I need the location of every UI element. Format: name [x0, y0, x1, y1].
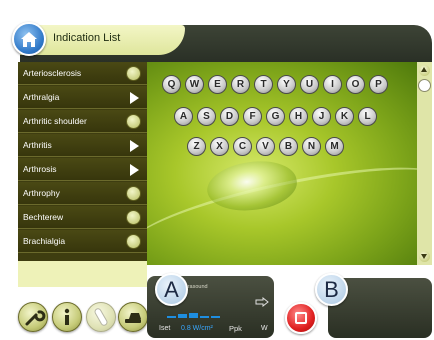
- scroll-thumb[interactable]: [418, 79, 431, 92]
- home-icon: [21, 32, 37, 47]
- key-q[interactable]: Q: [162, 75, 181, 94]
- applicator-icon: [125, 313, 141, 323]
- key-f[interactable]: F: [243, 107, 262, 126]
- list-item-label: Arthritis: [23, 140, 52, 150]
- key-y[interactable]: Y: [277, 75, 296, 94]
- bandage-button[interactable]: [86, 302, 116, 332]
- key-t[interactable]: T: [254, 75, 273, 94]
- list-item[interactable]: Arthritic shoulder: [18, 110, 147, 133]
- key-u[interactable]: U: [300, 75, 319, 94]
- key-x[interactable]: X: [210, 137, 229, 156]
- key-p[interactable]: P: [369, 75, 388, 94]
- iset-label: Iset: [159, 325, 171, 332]
- wrench-icon: [25, 310, 46, 326]
- list-item-label: Arteriosclerosis: [23, 68, 82, 78]
- stop-button[interactable]: [285, 302, 317, 334]
- arrow-right-icon: [130, 164, 139, 176]
- key-s[interactable]: S: [197, 107, 216, 126]
- circle-leaf-icon: [126, 66, 141, 81]
- scrollbar[interactable]: [417, 62, 432, 265]
- watt-unit-label: W: [261, 325, 268, 332]
- circle-leaf-icon: [126, 210, 141, 225]
- key-c[interactable]: C: [233, 137, 252, 156]
- scroll-up-arrow-icon[interactable]: [419, 65, 430, 76]
- background-photo: Q W E R T Y U I O P A S D F G H J K L Z …: [147, 62, 417, 265]
- list-item[interactable]: Arthrosis: [18, 158, 147, 181]
- key-e[interactable]: E: [208, 75, 227, 94]
- stop-icon: [295, 312, 307, 324]
- key-r[interactable]: R: [231, 75, 250, 94]
- list-item-label: Bechterew: [23, 212, 64, 222]
- circle-leaf-icon: [126, 114, 141, 129]
- bandage-icon: [94, 308, 108, 326]
- info-icon: [64, 308, 70, 325]
- settings-button[interactable]: [18, 302, 48, 332]
- info-button[interactable]: [52, 302, 82, 332]
- applicator-button[interactable]: [118, 302, 148, 332]
- key-z[interactable]: Z: [187, 137, 206, 156]
- key-b[interactable]: B: [279, 137, 298, 156]
- key-i[interactable]: I: [323, 75, 342, 94]
- intensity-bar-segment: [167, 316, 176, 318]
- key-h[interactable]: H: [289, 107, 308, 126]
- key-a[interactable]: A: [174, 107, 193, 126]
- scroll-down-arrow-icon[interactable]: [419, 251, 430, 262]
- indication-list: Arteriosclerosis Arthralgia Arthritic sh…: [18, 62, 147, 261]
- circle-leaf-icon: [126, 186, 141, 201]
- key-k[interactable]: K: [335, 107, 354, 126]
- key-n[interactable]: N: [302, 137, 321, 156]
- home-button[interactable]: [12, 22, 46, 56]
- arrow-right-icon: [130, 140, 139, 152]
- sidebar-footer: [18, 261, 147, 287]
- key-l[interactable]: L: [358, 107, 377, 126]
- arrow-right-icon: [130, 92, 139, 104]
- intensity-bar-segment: [200, 316, 209, 318]
- list-item-label: Arthrosis: [23, 164, 57, 174]
- key-g[interactable]: G: [266, 107, 285, 126]
- list-item-label: Arthralgia: [23, 92, 60, 102]
- channel-b-badge[interactable]: B: [315, 273, 348, 306]
- page-title: Indication List: [53, 32, 121, 44]
- key-v[interactable]: V: [256, 137, 275, 156]
- channel-a-badge[interactable]: A: [155, 273, 188, 306]
- intensity-bar-segment: [178, 314, 187, 318]
- intensity-bar-segment: [211, 316, 220, 318]
- intensity-value: 0.8 W/cm²: [181, 325, 213, 332]
- list-item[interactable]: Arthritis: [18, 134, 147, 157]
- list-item[interactable]: Brachialgia: [18, 230, 147, 253]
- circle-leaf-icon: [126, 234, 141, 249]
- app-window: Indication List Arteriosclerosis Arthral…: [0, 0, 434, 340]
- list-item-label: Arthrophy: [23, 188, 60, 198]
- key-d[interactable]: D: [220, 107, 239, 126]
- list-item-label: Arthritic shoulder: [23, 116, 87, 126]
- ppk-label: Ppk: [229, 324, 242, 333]
- key-w[interactable]: W: [185, 75, 204, 94]
- list-item[interactable]: Bechterew: [18, 206, 147, 229]
- list-item[interactable]: Arthralgia: [18, 86, 147, 109]
- key-m[interactable]: M: [325, 137, 344, 156]
- key-o[interactable]: O: [346, 75, 365, 94]
- list-item-label: Brachialgia: [23, 236, 66, 246]
- intensity-bar-segment: [189, 313, 198, 318]
- list-item[interactable]: Arteriosclerosis: [18, 62, 147, 85]
- output-arrow-icon: [255, 297, 269, 307]
- list-item[interactable]: Arthrophy: [18, 182, 147, 205]
- key-j[interactable]: J: [312, 107, 331, 126]
